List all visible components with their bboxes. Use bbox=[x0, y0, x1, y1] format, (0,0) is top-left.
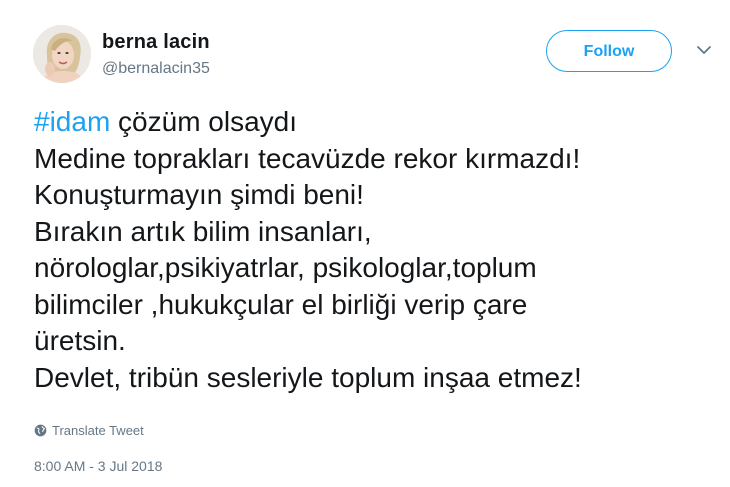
tweet-line-text: çözüm olsaydı bbox=[110, 106, 298, 137]
tweet-line: bilimciler ,hukukçular el birliği verip … bbox=[34, 288, 528, 320]
author-info: berna lacin @bernalacin35 bbox=[102, 30, 210, 79]
globe-icon bbox=[34, 424, 47, 437]
tweet-timestamp[interactable]: 8:00 AM - 3 Jul 2018 bbox=[34, 458, 162, 474]
translate-tweet-link[interactable]: Translate Tweet bbox=[34, 423, 144, 438]
translate-label[interactable]: Translate Tweet bbox=[52, 423, 144, 438]
avatar-photo bbox=[33, 25, 91, 83]
tweet-line: Bırakın artık bilim insanları, bbox=[34, 215, 372, 247]
tweet-line: Konuşturmayın şimdi beni! bbox=[34, 179, 364, 210]
user-handle[interactable]: @bernalacin35 bbox=[102, 59, 210, 79]
tweet-line: üretsin. bbox=[34, 325, 126, 356]
tweet-text: #idam çözüm olsaydı Medine toprakları te… bbox=[34, 104, 724, 396]
tweet-line: Medine toprakları tecavüzde rekor kırmaz… bbox=[34, 142, 581, 174]
tweet-line: #idam çözüm olsaydı bbox=[34, 104, 724, 141]
avatar[interactable] bbox=[33, 25, 91, 83]
tweet-card: berna lacin @bernalacin35 Follow #idam ç… bbox=[0, 0, 730, 487]
tweet-line: nörologlar,psikiyatrlar, psikologlar,top… bbox=[34, 252, 537, 283]
display-name[interactable]: berna lacin bbox=[102, 30, 210, 54]
tweet-line: Devlet, tribün sesleriyle toplum inşaa e… bbox=[34, 361, 582, 393]
follow-button[interactable]: Follow bbox=[546, 30, 672, 72]
hashtag-link[interactable]: #idam bbox=[34, 106, 110, 137]
chevron-down-icon[interactable] bbox=[696, 44, 712, 56]
